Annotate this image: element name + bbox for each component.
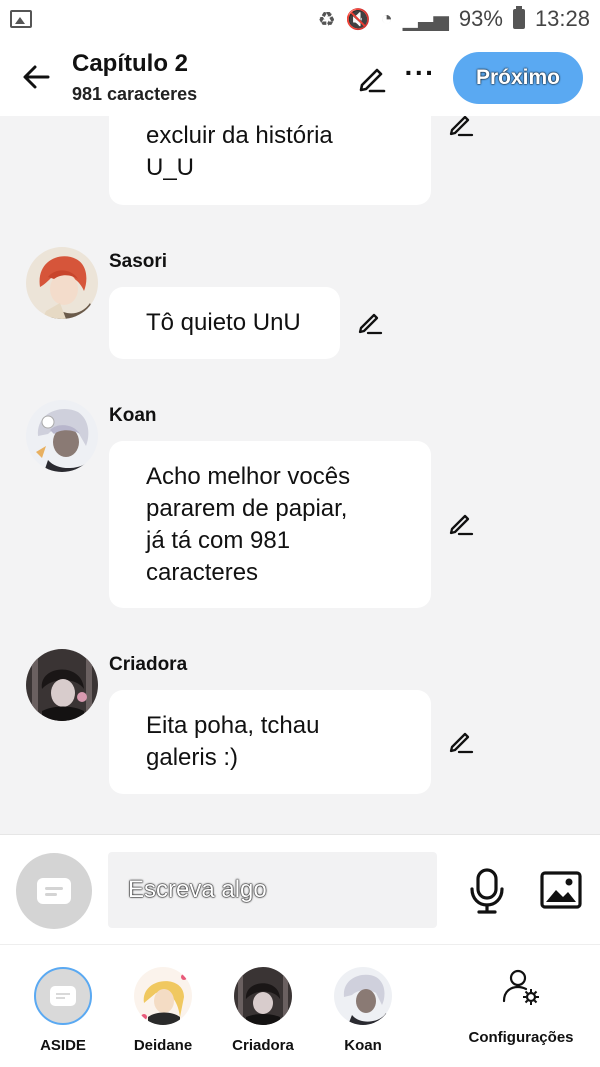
battery-icon	[512, 6, 525, 29]
avatar-criadora[interactable]	[26, 649, 98, 721]
tab-label: Koan	[344, 1037, 382, 1054]
edit-message-icon[interactable]	[447, 727, 475, 755]
message-bubble[interactable]: excluir da história U_U	[109, 116, 431, 205]
battery-percent: 93%	[458, 6, 503, 31]
next-button[interactable]: Próximo	[453, 52, 583, 104]
edit-message-icon[interactable]	[356, 308, 384, 336]
tab-koan[interactable]: Koan	[318, 967, 408, 1054]
avatar-sasori[interactable]	[26, 247, 98, 319]
more-icon: ···	[404, 57, 436, 88]
chapter-title: Capítulo 2	[72, 49, 189, 77]
back-button[interactable]	[0, 38, 72, 116]
tab-label: Configurações	[468, 1029, 574, 1046]
character-count: 981 caracteres	[72, 83, 198, 104]
tab-deidane[interactable]: Deidane	[118, 967, 208, 1054]
message-input-placeholder: Escreva algo	[128, 876, 267, 903]
aside-tab-icon	[34, 967, 92, 1025]
chapter-header: Capítulo 2 981 caracteres ··· Próximo	[0, 38, 600, 116]
message-bubble[interactable]: Tô quieto UnU	[109, 287, 340, 359]
arrow-left-icon	[23, 65, 50, 89]
aside-icon	[37, 878, 71, 904]
message-line: pararem de papiar,	[146, 495, 348, 522]
tab-settings[interactable]: Configurações	[466, 967, 576, 1046]
message-input[interactable]: Escreva algo	[108, 852, 437, 928]
message-line: caracteres	[146, 559, 259, 586]
mute-icon: 🔇	[345, 8, 371, 31]
avatar-koan[interactable]	[26, 400, 98, 472]
tab-criadora[interactable]: Criadora	[218, 967, 308, 1054]
clock: 13:28	[534, 6, 590, 31]
message-line: Tô quieto UnU	[146, 309, 301, 336]
image-button[interactable]	[540, 871, 582, 909]
message-line: Acho melhor vocês	[146, 463, 351, 490]
battery-saver-icon: ♻	[317, 8, 336, 31]
message-line: U_U	[146, 154, 195, 181]
aside-icon	[50, 986, 76, 1006]
more-options-button[interactable]: ···	[404, 58, 436, 94]
chat-area[interactable]: excluir da história U_U Sasori Tô quieto…	[0, 116, 600, 834]
edit-message-icon[interactable]	[447, 116, 475, 138]
gallery-notification-icon	[10, 10, 32, 28]
message-line: galeris :)	[146, 744, 239, 771]
criadora-portrait	[26, 649, 98, 721]
avatar-criadora	[234, 967, 292, 1025]
microphone-button[interactable]	[466, 867, 508, 915]
author-name: Criadora	[109, 654, 188, 675]
edit-message-icon[interactable]	[447, 509, 475, 537]
avatar-deidane	[134, 967, 192, 1025]
wifi-icon: ◔	[380, 7, 393, 30]
status-bar: ♻ 🔇 ◔ ▁▃▅ 93% 13:28	[0, 0, 600, 38]
sasori-portrait	[26, 247, 98, 319]
koan-portrait	[26, 400, 98, 472]
message-bubble[interactable]: Acho melhor vocês pararem de papiar, já …	[109, 441, 431, 608]
tab-label: Criadora	[232, 1037, 294, 1054]
tab-label: ASIDE	[40, 1037, 86, 1054]
message-composer: Escreva algo	[0, 834, 600, 944]
message-line: excluir da história	[146, 122, 333, 149]
pencil-icon	[359, 68, 386, 93]
message-line: Eita poha, tchau	[146, 712, 320, 739]
aside-toggle-button[interactable]	[16, 853, 92, 929]
author-name: Sasori	[109, 251, 168, 272]
edit-chapter-button[interactable]	[356, 62, 388, 94]
avatar-koan	[334, 967, 392, 1025]
user-settings-icon	[502, 969, 539, 1005]
message-bubble[interactable]: Eita poha, tchau galeris :)	[109, 690, 431, 794]
tab-aside[interactable]: ASIDE	[18, 967, 108, 1054]
author-name: Koan	[109, 405, 157, 426]
character-tab-bar: ASIDE Deidane Criadora Koan Configuraçõe…	[0, 944, 600, 1067]
signal-icon: ▁▃▅	[402, 8, 449, 31]
tab-label: Deidane	[133, 1037, 193, 1054]
message-line: já tá com 981	[146, 527, 291, 554]
